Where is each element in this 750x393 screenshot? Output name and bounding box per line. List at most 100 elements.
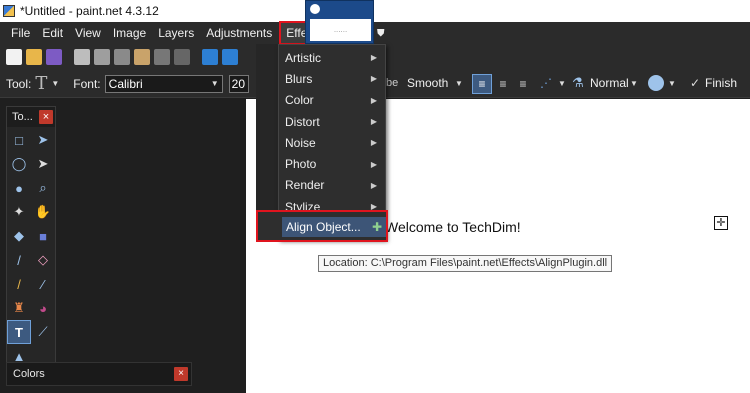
chevron-down-icon: ▼ [210, 79, 219, 88]
font-select[interactable]: Calibri ▼ [104, 74, 223, 93]
align-center-icon[interactable]: ≡ [494, 75, 512, 93]
antialias-chevron-icon[interactable]: ▼ [455, 79, 463, 88]
effects-item-label: Photo [285, 157, 317, 172]
magic-wand-icon[interactable]: ✦ [8, 201, 30, 223]
deselect-icon[interactable] [174, 49, 190, 65]
new-icon[interactable] [6, 49, 22, 65]
menu-bar: File Edit View Image Layers Adjustments … [0, 21, 750, 45]
menu-edit[interactable]: Edit [36, 22, 69, 44]
cut-icon[interactable] [94, 49, 110, 65]
colors-panel: Colors × [6, 362, 192, 386]
menu-adjustments[interactable]: Adjustments [200, 22, 278, 44]
move-selection-icon[interactable]: ➤ [32, 153, 54, 175]
menu-view[interactable]: View [69, 22, 107, 44]
blend-mode-select[interactable]: Normal [590, 76, 629, 90]
antialias-select[interactable]: Smooth [407, 76, 448, 90]
tools-panel-header: To... × [7, 107, 55, 127]
undo-icon[interactable] [202, 49, 218, 65]
submenu-arrow-icon: ▶ [370, 74, 377, 84]
print-icon[interactable] [74, 49, 90, 65]
app-icon [3, 5, 15, 17]
recolor-icon[interactable]: ◕ [32, 297, 54, 319]
plugin-puzzle-icon: ✚ [371, 220, 382, 234]
tools-panel-title: To... [12, 111, 33, 123]
tools-panel-close-button[interactable]: × [39, 110, 53, 124]
tools-grid: □ ➤ ◯ ➤ ● ⌕ ✦ ✋ ◆ ■ / ◇ / ⁄ ♜ ◕ T ⟋ ▲ [7, 127, 55, 371]
antialias-icon[interactable]: ⋰ [540, 76, 552, 90]
crop-icon[interactable] [154, 49, 170, 65]
clone-stamp-icon[interactable]: ♜ [8, 297, 30, 319]
submenu-arrow-icon: ▶ [370, 138, 377, 148]
tool-label: Tool: [6, 76, 32, 91]
menu-file[interactable]: File [5, 22, 36, 44]
mini-panel-field[interactable]: ...... [310, 19, 371, 41]
submenu-arrow-icon: ▶ [370, 180, 377, 190]
fill-chevron-icon[interactable]: ▼ [668, 79, 676, 88]
effects-item-artistic[interactable]: Artistic ▶ [279, 47, 385, 68]
line-curve-icon[interactable]: ⟋ [32, 321, 54, 343]
paste-icon[interactable] [134, 49, 150, 65]
font-value: Calibri [108, 76, 143, 91]
effects-item-blurs[interactable]: Blurs ▶ [279, 68, 385, 89]
effects-item-color[interactable]: Color ▶ [279, 90, 385, 111]
open-icon[interactable] [26, 49, 42, 65]
font-size-select[interactable]: 20 [228, 74, 249, 93]
zoom-icon[interactable]: ⌕ [32, 177, 54, 199]
fill-icon[interactable] [648, 75, 664, 91]
align-right-icon[interactable]: ≡ [514, 75, 532, 93]
copy-icon[interactable] [114, 49, 130, 65]
text-icon[interactable]: T [7, 320, 31, 344]
font-label: Font: [73, 76, 101, 91]
style-icon[interactable]: be [386, 77, 398, 89]
lasso-select-icon[interactable]: ◯ [8, 153, 30, 175]
effects-item-label: Color [285, 93, 314, 108]
pencil-icon[interactable]: / [8, 273, 30, 295]
eraser-icon[interactable]: ◇ [32, 249, 54, 271]
ellipse-select-icon[interactable]: ● [8, 177, 30, 199]
paint-bucket-icon[interactable]: ◆ [8, 225, 30, 247]
blend-icon: ⚗ [572, 75, 584, 90]
effects-item-label: Artistic [285, 50, 321, 65]
effects-item-label: Render [285, 178, 325, 193]
effects-item-label: Noise [285, 135, 316, 150]
menu-image[interactable]: Image [107, 22, 152, 44]
effects-item-label: Distort [285, 114, 320, 129]
finish-button[interactable]: Finish [705, 76, 737, 90]
colors-panel-title: Colors [13, 368, 45, 380]
align-object-label: Align Object... [286, 220, 361, 234]
colors-panel-close-button[interactable]: × [174, 367, 188, 381]
effects-item-render[interactable]: Render ▶ [279, 175, 385, 196]
effects-item-noise[interactable]: Noise ▶ [279, 132, 385, 153]
antialias-mode-chevron-icon[interactable]: ▼ [558, 79, 566, 88]
submenu-arrow-icon: ▶ [370, 159, 377, 169]
text-tool-icon[interactable]: T [35, 73, 47, 94]
rectangle-select-icon[interactable]: □ [8, 129, 30, 151]
mini-floating-panel: ...... [305, 0, 374, 44]
shield-icon: ⛊ [377, 28, 385, 39]
effects-item-label: Blurs [285, 71, 313, 86]
paintbrush-icon[interactable]: / [8, 249, 30, 271]
move-handle-icon[interactable]: ✛ [714, 216, 728, 230]
pan-icon[interactable]: ✋ [32, 201, 54, 223]
menu-side-strip [256, 44, 278, 210]
submenu-arrow-icon: ▶ [370, 117, 377, 127]
title-bar: *Untitled - paint.net 4.3.12 [0, 0, 750, 22]
tool-dropdown-icon[interactable]: ▼ [51, 79, 59, 88]
mini-panel-icon [310, 4, 320, 14]
tools-panel: To... × □ ➤ ◯ ➤ ● ⌕ ✦ ✋ ◆ ■ / ◇ / ⁄ ♜ ◕ … [6, 106, 56, 368]
plugin-location-tooltip: Location: C:\Program Files\paint.net\Eff… [318, 255, 613, 272]
effects-item-align-object[interactable]: Align Object... ✚ [282, 217, 386, 237]
align-object-highlight: Align Object... ✚ [256, 210, 388, 242]
blend-chevron-icon[interactable]: ▼ [630, 79, 638, 88]
effects-item-distort[interactable]: Distort ▶ [279, 111, 385, 132]
color-picker-icon[interactable]: ⁄ [32, 273, 54, 295]
save-icon[interactable] [46, 49, 62, 65]
effects-item-photo[interactable]: Photo ▶ [279, 153, 385, 174]
gradient-icon[interactable]: ■ [32, 225, 54, 247]
redo-icon[interactable] [222, 49, 238, 65]
canvas-text[interactable]: Welcome to TechDim! [385, 219, 521, 235]
finish-check-icon: ✓ [690, 76, 701, 90]
align-left-icon[interactable]: ≡ [472, 74, 492, 94]
move-selected-icon[interactable]: ➤ [32, 129, 54, 151]
menu-layers[interactable]: Layers [152, 22, 200, 44]
